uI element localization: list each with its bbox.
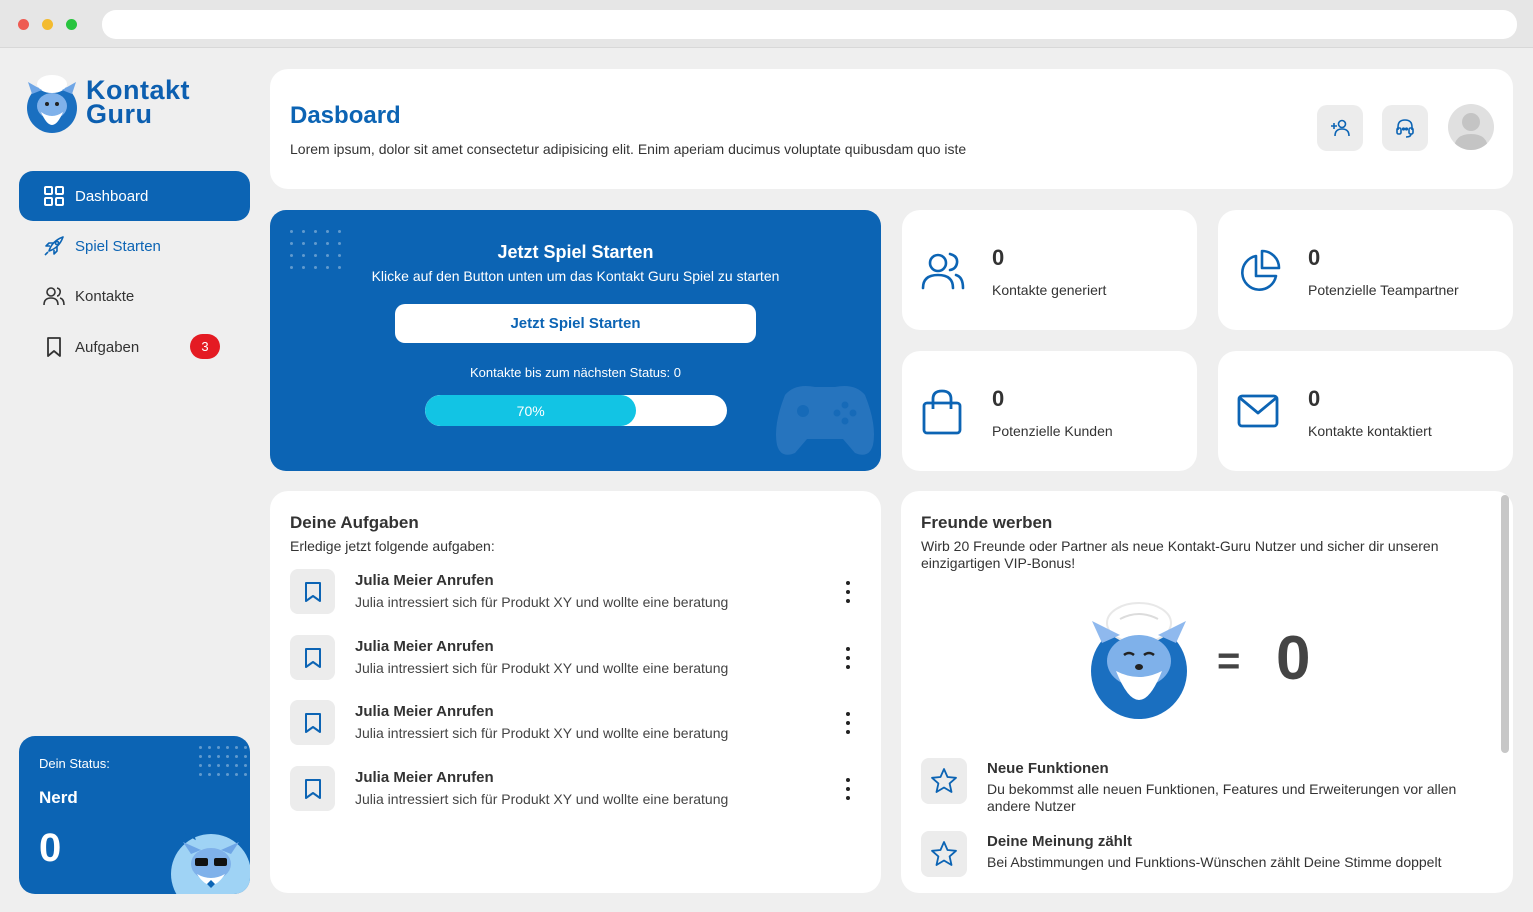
- feature-description: Du bekommst alle neuen Funktionen, Featu…: [987, 781, 1457, 814]
- referral-count: 0: [1276, 624, 1311, 693]
- equals-sign: =: [1217, 639, 1241, 683]
- task-title: Julia Meier Anrufen: [355, 638, 494, 655]
- tasks-subtitle: Erledige jetzt folgende aufgaben:: [290, 538, 495, 554]
- start-game-button[interactable]: Jetzt Spiel Starten: [395, 304, 756, 343]
- task-description: Julia intressiert sich für Produkt XY un…: [355, 594, 729, 610]
- game-start-card: Jetzt Spiel Starten Klicke auf den Butto…: [270, 210, 881, 471]
- close-window-button[interactable]: [18, 19, 29, 30]
- stat-card-kontakte-generiert: 0 Kontakte generiert: [902, 210, 1197, 330]
- feature-description: Bei Abstimmungen und Funktions-Wünschen …: [987, 854, 1442, 870]
- stat-label: Kontakte kontaktiert: [1308, 423, 1432, 439]
- status-name: Nerd: [39, 788, 78, 807]
- friends-title: Freunde werben: [921, 513, 1053, 532]
- star-icon: [921, 831, 967, 877]
- gamepad-icon: [776, 386, 874, 455]
- nerd-mascot-icon: [171, 827, 250, 894]
- feature-item: Neue Funktionen Du bekommst alle neuen F…: [921, 758, 1481, 814]
- task-description: Julia intressiert sich für Produkt XY un…: [355, 660, 729, 676]
- stat-value: 0: [1308, 386, 1321, 411]
- sidebar-item-dashboard[interactable]: Dashboard: [19, 171, 250, 221]
- task-title: Julia Meier Anrufen: [355, 769, 494, 786]
- users-icon: [921, 252, 965, 290]
- bookmark-icon: [290, 569, 335, 614]
- header-card: Dasboard Lorem ipsum, dolor sit amet con…: [270, 69, 1513, 189]
- address-bar[interactable]: [102, 10, 1517, 39]
- sidebar-item-spiel-starten[interactable]: Spiel Starten: [19, 221, 250, 271]
- page-title: Dasboard: [290, 102, 401, 129]
- maximize-window-button[interactable]: [66, 19, 77, 30]
- sidebar-item-label: Kontakte: [75, 287, 135, 305]
- feature-title: Neue Funktionen: [987, 760, 1109, 777]
- status-label: Dein Status:: [39, 756, 110, 771]
- game-title: Jetzt Spiel Starten: [497, 242, 654, 262]
- feature-item: Deine Meinung zählt Bei Abstimmungen und…: [921, 831, 1481, 881]
- task-title: Julia Meier Anrufen: [355, 703, 494, 720]
- bookmark-icon: [42, 335, 66, 359]
- more-options-icon[interactable]: [838, 712, 858, 734]
- tasks-count-badge: 3: [190, 334, 220, 359]
- app-logo[interactable]: Kontakt Guru: [22, 72, 202, 144]
- task-item[interactable]: Julia Meier Anrufen Julia intressiert si…: [290, 635, 865, 685]
- sidebar-item-label: Dashboard: [75, 187, 149, 205]
- user-avatar-icon: [1454, 113, 1488, 150]
- star-icon: [921, 758, 967, 804]
- stat-value: 0: [992, 386, 1005, 411]
- tasks-title: Deine Aufgaben: [290, 513, 419, 532]
- scrollbar[interactable]: [1501, 495, 1509, 753]
- game-subtitle: Klicke auf den Button unten um das Konta…: [371, 268, 780, 284]
- more-options-icon[interactable]: [838, 647, 858, 669]
- support-button[interactable]: [1382, 105, 1428, 151]
- avatar[interactable]: [1448, 104, 1494, 150]
- grid-icon: [42, 184, 66, 208]
- mail-icon: [1237, 394, 1279, 428]
- sidebar-item-kontakte[interactable]: Kontakte: [19, 271, 250, 321]
- task-item[interactable]: Julia Meier Anrufen Julia intressiert si…: [290, 700, 865, 750]
- stat-value: 0: [1308, 245, 1321, 270]
- stat-label: Kontakte generiert: [992, 282, 1107, 298]
- mascot-logo-icon: [27, 75, 77, 133]
- task-description: Julia intressiert sich für Produkt XY un…: [355, 725, 729, 741]
- bookmark-icon: [290, 700, 335, 745]
- stat-card-kontakte-kontaktiert: 0 Kontakte kontaktiert: [1218, 351, 1513, 471]
- tasks-card: Deine Aufgaben Erledige jetzt folgende a…: [270, 491, 881, 893]
- guru-mascot-icon: [1091, 602, 1187, 719]
- page-subtitle: Lorem ipsum, dolor sit amet consectetur …: [290, 141, 967, 157]
- more-options-icon[interactable]: [838, 778, 858, 800]
- stat-card-potenzielle-kunden: 0 Potenzielle Kunden: [902, 351, 1197, 471]
- stat-label: Potenzielle Kunden: [992, 423, 1113, 439]
- minimize-window-button[interactable]: [42, 19, 53, 30]
- browser-window: Kontakt Guru Dashboard Spiel Starten Kon…: [0, 0, 1533, 912]
- task-item[interactable]: Julia Meier Anrufen Julia intressiert si…: [290, 569, 865, 619]
- refer-friends-card: Freunde werben Wirb 20 Freunde oder Part…: [901, 491, 1513, 893]
- shopping-bag-icon: [922, 389, 962, 435]
- logo-line-2: Guru: [86, 99, 153, 129]
- add-user-button[interactable]: [1317, 105, 1363, 151]
- sidebar-item-aufgaben[interactable]: Aufgaben 3: [19, 322, 250, 372]
- title-bar: [0, 0, 1533, 48]
- task-item[interactable]: Julia Meier Anrufen Julia intressiert si…: [290, 766, 865, 816]
- decorative-dot-pattern: [199, 746, 247, 776]
- friends-subtitle: Wirb 20 Freunde oder Partner als neue Ko…: [921, 538, 1439, 571]
- more-options-icon[interactable]: [838, 581, 858, 603]
- status-card: Dein Status: Nerd 0: [19, 736, 250, 894]
- add-user-icon: [1331, 119, 1350, 137]
- bookmark-icon: [290, 766, 335, 811]
- progress-fill: 70%: [425, 395, 637, 426]
- feature-title: Deine Meinung zählt: [987, 833, 1133, 850]
- headset-icon: [1396, 119, 1414, 138]
- task-title: Julia Meier Anrufen: [355, 572, 494, 589]
- status-value: 0: [39, 826, 62, 870]
- users-icon: [42, 284, 66, 308]
- logo-text: Kontakt Guru: [86, 77, 190, 129]
- sidebar-item-label: Aufgaben: [75, 338, 140, 356]
- sidebar-item-label: Spiel Starten: [75, 237, 161, 255]
- status-progress-bar: 70%: [425, 395, 727, 426]
- stat-label: Potenzielle Teampartner: [1308, 282, 1459, 298]
- task-description: Julia intressiert sich für Produkt XY un…: [355, 791, 729, 807]
- stat-value: 0: [992, 245, 1005, 270]
- pie-chart-icon: [1241, 249, 1281, 291]
- rocket-icon: [42, 234, 66, 258]
- stat-card-potenzielle-teampartner: 0 Potenzielle Teampartner: [1218, 210, 1513, 330]
- bookmark-icon: [290, 635, 335, 680]
